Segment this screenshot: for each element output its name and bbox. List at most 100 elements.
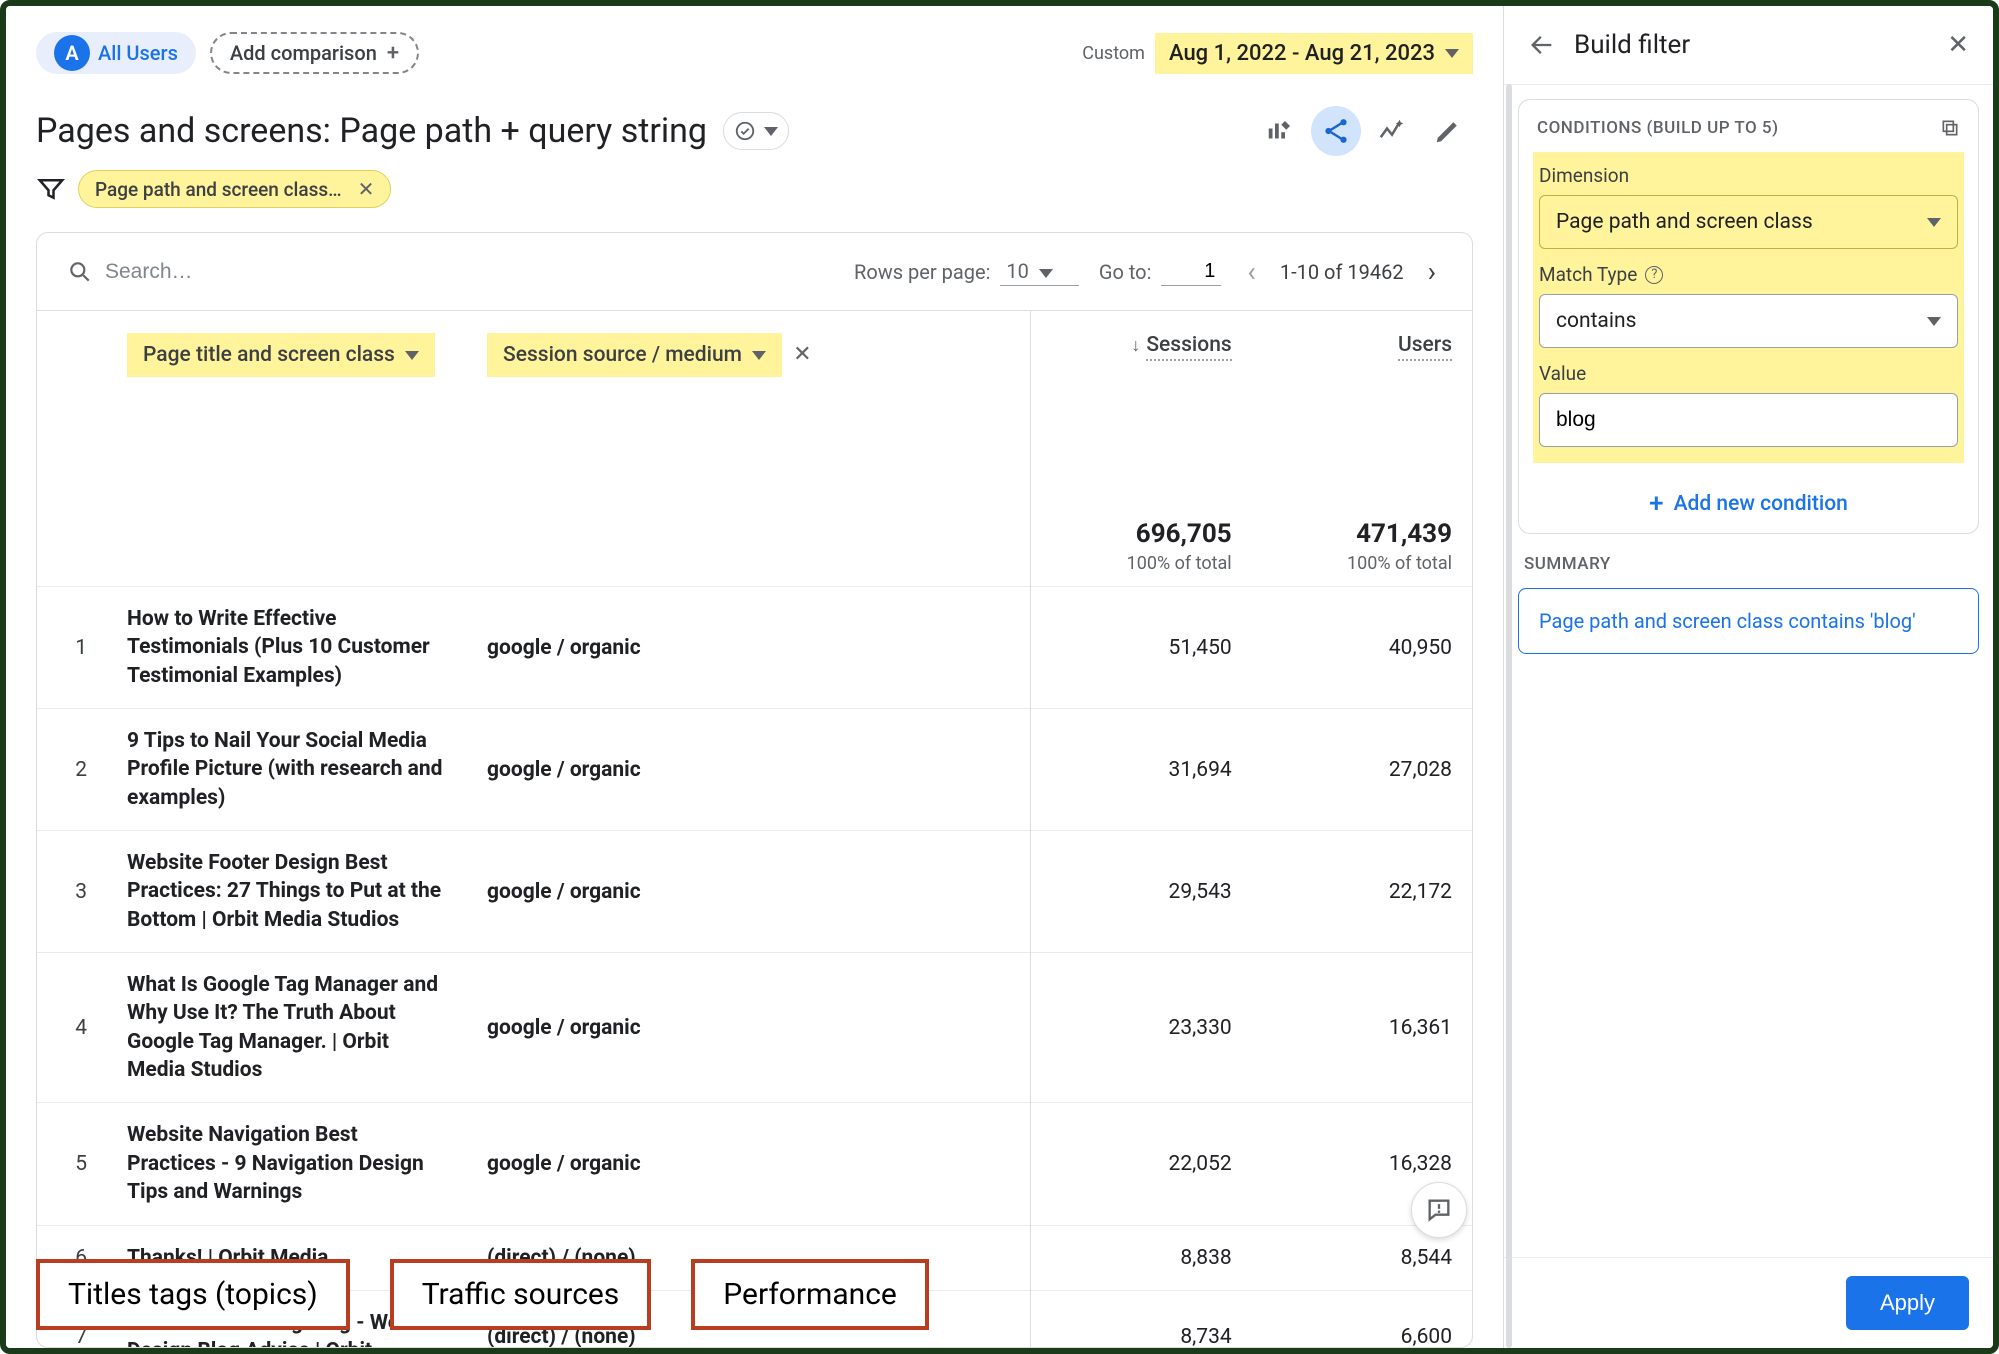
users-total: 471,439	[1356, 519, 1452, 549]
copy-icon[interactable]	[1940, 118, 1960, 138]
rows-per-page-select[interactable]: 10	[1000, 257, 1078, 286]
table-row[interactable]: 3Website Footer Design Best Practices: 2…	[37, 831, 1472, 953]
sessions-total: 696,705	[1136, 519, 1232, 549]
row-sessions: 8,838	[1031, 1225, 1252, 1290]
search-input[interactable]	[105, 260, 405, 284]
row-index: 2	[37, 709, 107, 831]
panel-title: Build filter	[1574, 30, 1690, 60]
top-bar: A All Users Add comparison + Custom Aug …	[6, 6, 1503, 86]
filter-panel: Build filter ✕ CONDITIONS (BUILD UP TO 5…	[1503, 6, 1993, 1348]
row-sessions: 29,543	[1031, 831, 1252, 953]
report-check-dropdown[interactable]	[723, 112, 789, 150]
table-row[interactable]: 5Website Navigation Best Practices - 9 N…	[37, 1103, 1472, 1225]
plus-icon: +	[387, 41, 399, 66]
apply-button[interactable]: Apply	[1846, 1276, 1969, 1330]
row-users: 6,600	[1252, 1290, 1472, 1348]
add-condition-button[interactable]: + Add new condition	[1537, 477, 1960, 523]
audience-badge: A	[54, 35, 90, 71]
row-source: (direct) / (none)	[467, 1290, 1031, 1348]
all-users-pill[interactable]: A All Users	[36, 32, 196, 74]
feedback-icon	[1425, 1196, 1453, 1224]
add-condition-label: Add new condition	[1674, 492, 1848, 516]
summary-heading: SUMMARY	[1524, 554, 1979, 574]
row-users: 27,028	[1252, 709, 1472, 831]
close-panel-button[interactable]: ✕	[1947, 30, 1969, 60]
pencil-icon	[1433, 116, 1463, 146]
chevron-down-icon	[1927, 218, 1941, 227]
search-icon	[67, 259, 93, 285]
match-type-select[interactable]: contains	[1539, 294, 1958, 348]
help-icon[interactable]: ?	[1645, 266, 1663, 284]
customize-report-button[interactable]	[1255, 106, 1305, 156]
table-row[interactable]: 1How to Write Effective Testimonials (Pl…	[37, 587, 1472, 709]
table-row[interactable]: 7Content Marketing Blog - Web Design Blo…	[37, 1290, 1472, 1348]
add-comparison-button[interactable]: Add comparison +	[210, 32, 419, 74]
report-card: Rows per page: 10 Go to: ‹ 1-10 of 19462…	[36, 232, 1473, 1348]
row-sessions: 31,694	[1031, 709, 1252, 831]
row-title: What Is Google Tag Manager and Why Use I…	[107, 953, 467, 1103]
dimension-select[interactable]: Page path and screen class	[1539, 195, 1958, 249]
chevron-down-icon	[1039, 269, 1053, 278]
secondary-dimension-selector[interactable]: Session source / medium	[487, 333, 782, 377]
row-users: 22,172	[1252, 831, 1472, 953]
row-title: 9 Tips to Nail Your Social Media Profile…	[107, 709, 467, 831]
row-source: google / organic	[467, 587, 1031, 709]
goto-input[interactable]	[1161, 258, 1221, 286]
row-title: Website Footer Design Best Practices: 27…	[107, 831, 467, 953]
chevron-down-icon	[1445, 49, 1459, 58]
conditions-box: CONDITIONS (BUILD UP TO 5) Dimension Pag…	[1518, 99, 1979, 534]
active-filter-chip[interactable]: Page path and screen class… ✕	[78, 170, 391, 208]
table-row[interactable]: 4What Is Google Tag Manager and Why Use …	[37, 953, 1472, 1103]
row-title: Content Marketing Blog - Web Design Blog…	[107, 1290, 467, 1348]
plus-icon: +	[1649, 489, 1663, 519]
sparkle-trend-icon	[1377, 116, 1407, 146]
filter-chip-text: Page path and screen class…	[95, 178, 342, 201]
remove-secondary-dimension[interactable]: ✕	[787, 342, 817, 367]
date-range-text: Aug 1, 2022 - Aug 21, 2023	[1169, 41, 1435, 66]
date-range-picker[interactable]: Aug 1, 2022 - Aug 21, 2023	[1155, 33, 1473, 74]
row-source: google / organic	[467, 1103, 1031, 1225]
table-row[interactable]: 6Thanks! | Orbit Media(direct) / (none)8…	[37, 1225, 1472, 1290]
insights-button[interactable]	[1367, 106, 1417, 156]
sessions-column-header[interactable]: Sessions	[1146, 333, 1231, 361]
edit-button[interactable]	[1423, 106, 1473, 156]
chart-edit-icon	[1265, 116, 1295, 146]
row-title: How to Write Effective Testimonials (Plu…	[107, 587, 467, 709]
sort-desc-icon: ↓	[1131, 335, 1140, 356]
condition-highlighted: Dimension Page path and screen class Mat…	[1533, 152, 1964, 463]
users-total-sub: 100% of total	[1272, 553, 1452, 574]
primary-dimension-selector[interactable]: Page title and screen class	[127, 333, 435, 377]
conditions-heading: CONDITIONS (BUILD UP TO 5)	[1537, 118, 1960, 138]
chevron-down-icon	[752, 351, 766, 360]
add-comparison-label: Add comparison	[230, 41, 377, 65]
chevron-down-icon	[764, 127, 778, 136]
back-button[interactable]	[1528, 31, 1556, 59]
users-column-header[interactable]: Users	[1398, 333, 1452, 361]
row-sessions: 8,734	[1031, 1290, 1252, 1348]
summary-box: Page path and screen class contains 'blo…	[1518, 588, 1979, 654]
row-source: google / organic	[467, 709, 1031, 831]
page-title: Pages and screens: Page path + query str…	[36, 111, 707, 151]
match-type-label: Match Type?	[1539, 263, 1958, 286]
row-source: google / organic	[467, 831, 1031, 953]
share-button[interactable]	[1311, 106, 1361, 156]
goto-label: Go to:	[1099, 260, 1152, 284]
primary-dimension-label: Page title and screen class	[143, 343, 395, 367]
feedback-button[interactable]	[1411, 1182, 1467, 1238]
rows-per-page-label: Rows per page:	[854, 260, 990, 284]
prev-page-button[interactable]: ‹	[1241, 258, 1261, 286]
row-source: google / organic	[467, 953, 1031, 1103]
close-icon[interactable]: ✕	[354, 177, 379, 201]
dimension-label: Dimension	[1539, 164, 1958, 187]
secondary-dimension-label: Session source / medium	[503, 343, 742, 367]
chevron-down-icon	[405, 351, 419, 360]
arrow-left-icon	[1528, 31, 1556, 59]
row-sessions: 51,450	[1031, 587, 1252, 709]
table-row[interactable]: 29 Tips to Nail Your Social Media Profil…	[37, 709, 1472, 831]
custom-label: Custom	[1082, 43, 1145, 64]
row-index: 5	[37, 1103, 107, 1225]
row-title: Website Navigation Best Practices - 9 Na…	[107, 1103, 467, 1225]
value-input[interactable]	[1539, 393, 1958, 447]
next-page-button[interactable]: ›	[1422, 258, 1442, 286]
row-source: (direct) / (none)	[467, 1225, 1031, 1290]
